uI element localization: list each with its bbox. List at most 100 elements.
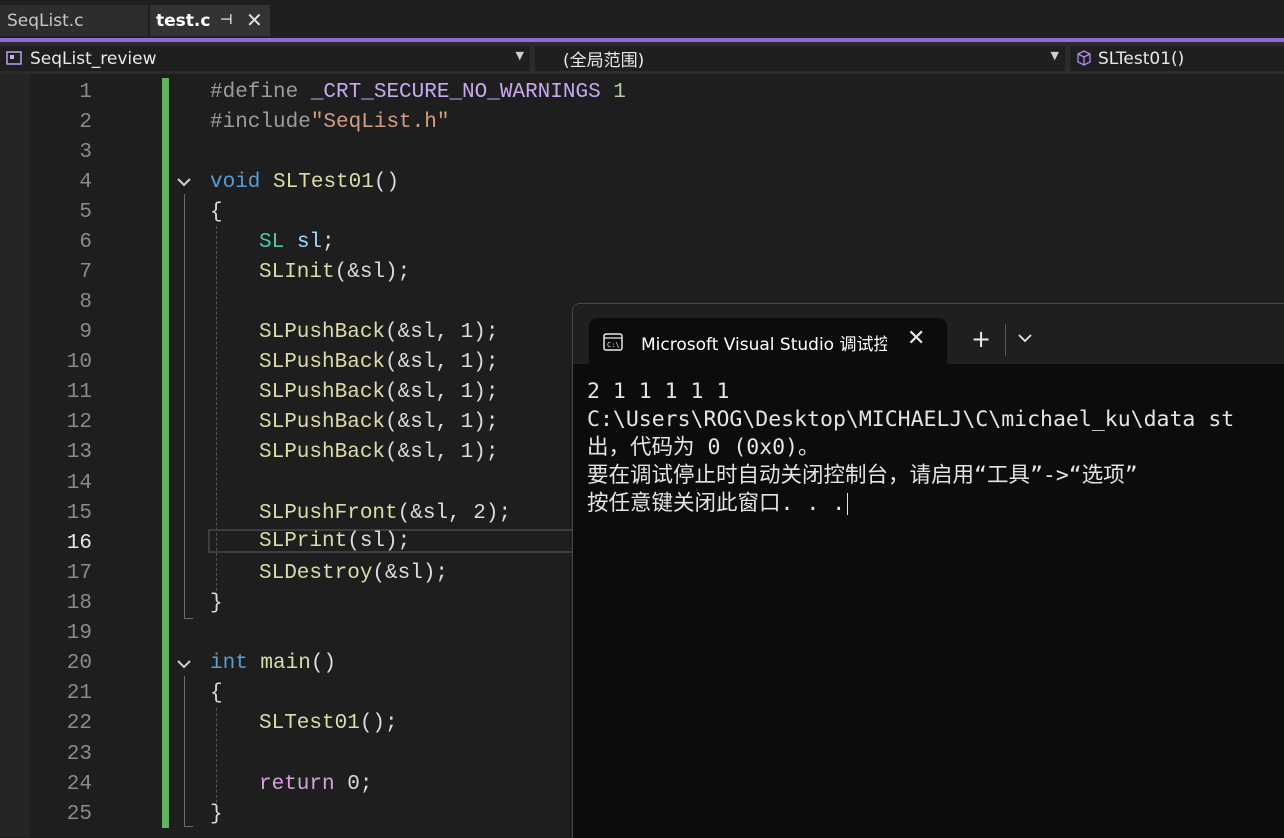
code-line-2[interactable]: #include"SeqList.h" bbox=[210, 108, 449, 138]
preprocessor-directive: #define bbox=[210, 81, 311, 104]
variable: sl bbox=[296, 231, 323, 254]
code-text: (&sl, 1); bbox=[385, 381, 499, 404]
code-line-12[interactable]: SLPushBack(&sl, 1); bbox=[259, 408, 498, 438]
code-line-24[interactable]: return 0; bbox=[259, 770, 372, 800]
navigation-bar: SeqList_review ▼ (全局范围) ▼ SLTest01() bbox=[0, 42, 1284, 74]
project-icon bbox=[6, 51, 22, 65]
line-number: 9 bbox=[79, 321, 92, 344]
function-name: SLPushBack bbox=[259, 381, 386, 404]
chevron-down-icon[interactable] bbox=[1017, 332, 1033, 344]
function-name: SLInit bbox=[259, 261, 335, 284]
code-line-4[interactable]: void SLTest01() bbox=[210, 168, 399, 198]
code-line-6[interactable]: SL sl; bbox=[259, 228, 335, 258]
code-line-13[interactable]: SLPushBack(&sl, 1); bbox=[259, 438, 498, 468]
chevron-down-icon: ▼ bbox=[515, 49, 524, 62]
line-number: 1 bbox=[79, 81, 92, 104]
tab-label: SeqList.c bbox=[7, 10, 84, 31]
indent-guide bbox=[216, 708, 217, 808]
console-titlebar: C:\ Microsoft Visual Studio 调试控 ✕ + bbox=[573, 304, 1284, 364]
code-line-9[interactable]: SLPushBack(&sl, 1); bbox=[259, 318, 498, 348]
code-line-5[interactable]: { bbox=[210, 198, 223, 228]
code-line-21[interactable]: { bbox=[210, 679, 223, 709]
change-indicator-bar bbox=[162, 78, 169, 828]
code-text: (sl); bbox=[347, 530, 411, 553]
code-text: () bbox=[310, 652, 337, 675]
code-text: () bbox=[373, 171, 400, 194]
fold-guide-end bbox=[184, 618, 193, 619]
code-line-7[interactable]: SLInit(&sl); bbox=[259, 258, 410, 288]
line-number: 6 bbox=[79, 231, 92, 254]
line-number: 23 bbox=[66, 743, 92, 766]
code-text: (&sl, 1); bbox=[385, 411, 499, 434]
tab-test-c[interactable]: test.c ⊣ ✕ bbox=[150, 5, 270, 36]
project-dropdown[interactable]: SeqList_review ▼ bbox=[0, 46, 530, 71]
line-number: 13 bbox=[66, 441, 92, 464]
code-text: (&sl); bbox=[372, 562, 449, 585]
line-number: 14 bbox=[66, 472, 92, 495]
line-number: 7 bbox=[79, 261, 92, 284]
code-text: (&sl, 1); bbox=[385, 321, 499, 344]
function-name: SLPushBack bbox=[259, 411, 386, 434]
console-output-text: 按任意键关闭此窗口. . . bbox=[587, 491, 846, 516]
code-text: (&sl, 2); bbox=[397, 502, 512, 525]
macro-value: 1 bbox=[600, 81, 626, 104]
function-name: SLPushBack bbox=[259, 441, 386, 464]
preprocessor-directive: #include bbox=[210, 111, 311, 134]
fold-guide bbox=[184, 676, 185, 826]
code-line-18[interactable]: } bbox=[210, 589, 223, 619]
code-line-16[interactable]: SLPrint(sl); bbox=[259, 527, 410, 557]
console-prompt-line: 按任意键关闭此窗口. . . bbox=[587, 490, 849, 518]
project-name: SeqList_review bbox=[30, 48, 157, 69]
line-number-current: 16 bbox=[66, 532, 92, 555]
function-name: SLPushBack bbox=[259, 321, 386, 344]
code-text: (&sl); bbox=[334, 261, 411, 284]
console-output-line: 2 1 1 1 1 1 bbox=[587, 379, 730, 404]
line-number: 5 bbox=[79, 201, 92, 224]
scope-dropdown[interactable]: (全局范围) ▼ bbox=[535, 46, 1065, 71]
type-name: SL bbox=[259, 231, 285, 254]
line-number: 12 bbox=[66, 411, 92, 434]
function-name: SLDestroy bbox=[259, 562, 373, 585]
code-line-20[interactable]: int main() bbox=[210, 649, 336, 679]
console-tab[interactable]: C:\ Microsoft Visual Studio 调试控 ✕ bbox=[589, 318, 947, 364]
code-line-1[interactable]: #define _CRT_SECURE_NO_WARNINGS 1 bbox=[210, 78, 626, 108]
function-name: main bbox=[260, 652, 311, 675]
line-number: 11 bbox=[66, 381, 92, 404]
code-text: (&sl, 1); bbox=[385, 441, 499, 464]
debug-console-window[interactable]: C:\ Microsoft Visual Studio 调试控 ✕ + 2 1 … bbox=[572, 303, 1284, 838]
function-name: SLTest01 bbox=[273, 171, 374, 194]
line-number: 2 bbox=[79, 111, 92, 134]
titlebar-divider bbox=[1005, 324, 1006, 356]
line-number: 15 bbox=[66, 502, 92, 525]
code-text: (); bbox=[359, 712, 398, 735]
tab-strip: SeqList.c test.c ⊣ ✕ bbox=[0, 0, 1284, 38]
code-text: ; bbox=[322, 231, 335, 254]
tab-seqlist-c[interactable]: SeqList.c bbox=[0, 5, 148, 36]
pin-icon[interactable]: ⊣ bbox=[220, 12, 233, 28]
macro-name: _CRT_SECURE_NO_WARNINGS bbox=[310, 81, 601, 104]
fold-guide-end bbox=[184, 826, 193, 827]
function-dropdown[interactable]: SLTest01() bbox=[1070, 46, 1284, 71]
code-text: 0; bbox=[334, 773, 373, 796]
new-tab-icon[interactable]: + bbox=[971, 326, 991, 352]
code-line-17[interactable]: SLDestroy(&sl); bbox=[259, 559, 448, 589]
include-file: "SeqList.h" bbox=[310, 111, 450, 134]
close-icon[interactable]: ✕ bbox=[907, 326, 925, 351]
collapse-chevron-icon[interactable] bbox=[174, 172, 194, 192]
scope-label: (全局范围) bbox=[563, 51, 645, 71]
chevron-down-icon: ▼ bbox=[1050, 49, 1059, 62]
code-line-15[interactable]: SLPushFront(&sl, 2); bbox=[259, 499, 511, 529]
function-name: SLTest01() bbox=[1098, 48, 1185, 69]
code-line-25[interactable]: } bbox=[210, 800, 223, 830]
line-number: 25 bbox=[66, 803, 92, 826]
code-line-10[interactable]: SLPushBack(&sl, 1); bbox=[259, 348, 498, 378]
close-icon[interactable]: ✕ bbox=[246, 8, 263, 32]
code-line-22[interactable]: SLTest01(); bbox=[259, 709, 398, 739]
fold-guide bbox=[184, 194, 185, 619]
collapse-chevron-icon[interactable] bbox=[174, 654, 194, 674]
console-output-line: 要在调试停止时自动关闭控制台，请启用“工具”->“选项” bbox=[587, 463, 1138, 488]
code-line-11[interactable]: SLPushBack(&sl, 1); bbox=[259, 378, 498, 408]
editor-margin bbox=[0, 74, 30, 837]
function-name: SLPushBack bbox=[259, 351, 386, 374]
keyword: int bbox=[210, 652, 248, 675]
